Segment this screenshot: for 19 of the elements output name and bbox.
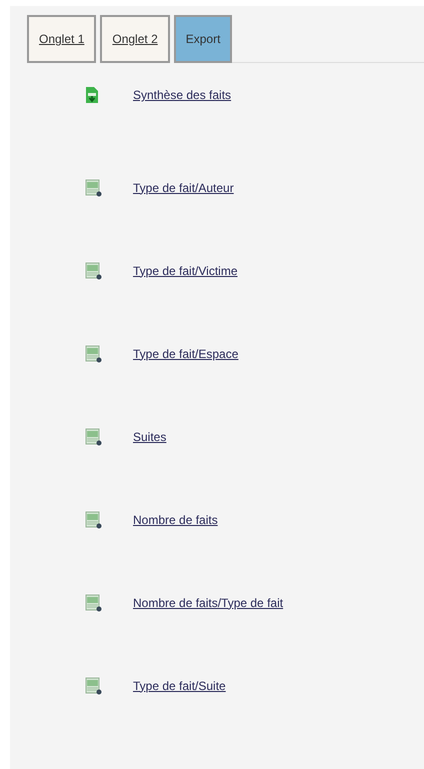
export-link[interactable]: Suites — [133, 428, 166, 446]
tab[interactable]: Export — [174, 15, 232, 63]
export-link[interactable]: Type de fait/Victime — [133, 262, 238, 280]
document-download-icon — [85, 86, 99, 104]
export-link[interactable]: Nombre de faits — [133, 510, 218, 528]
spreadsheet-export-icon — [85, 344, 103, 362]
spreadsheet-export-icon — [85, 428, 103, 446]
spreadsheet-export-icon — [85, 178, 103, 196]
export-link[interactable]: Type de fait/Suite — [133, 676, 226, 694]
export-link[interactable]: Type de fait/Auteur — [133, 178, 234, 196]
export-link[interactable]: Nombre de faits/Type de fait — [133, 594, 284, 612]
tab[interactable]: Onglet 2 — [100, 15, 170, 63]
export-link[interactable]: Type de fait/Espace — [133, 344, 238, 362]
tab[interactable]: Onglet 1 — [27, 15, 96, 63]
spreadsheet-export-icon — [85, 676, 103, 694]
spreadsheet-export-icon — [85, 510, 103, 528]
export-link[interactable]: Synthèse des faits — [133, 86, 232, 104]
spreadsheet-export-icon — [85, 262, 103, 280]
spreadsheet-export-icon — [85, 594, 103, 612]
